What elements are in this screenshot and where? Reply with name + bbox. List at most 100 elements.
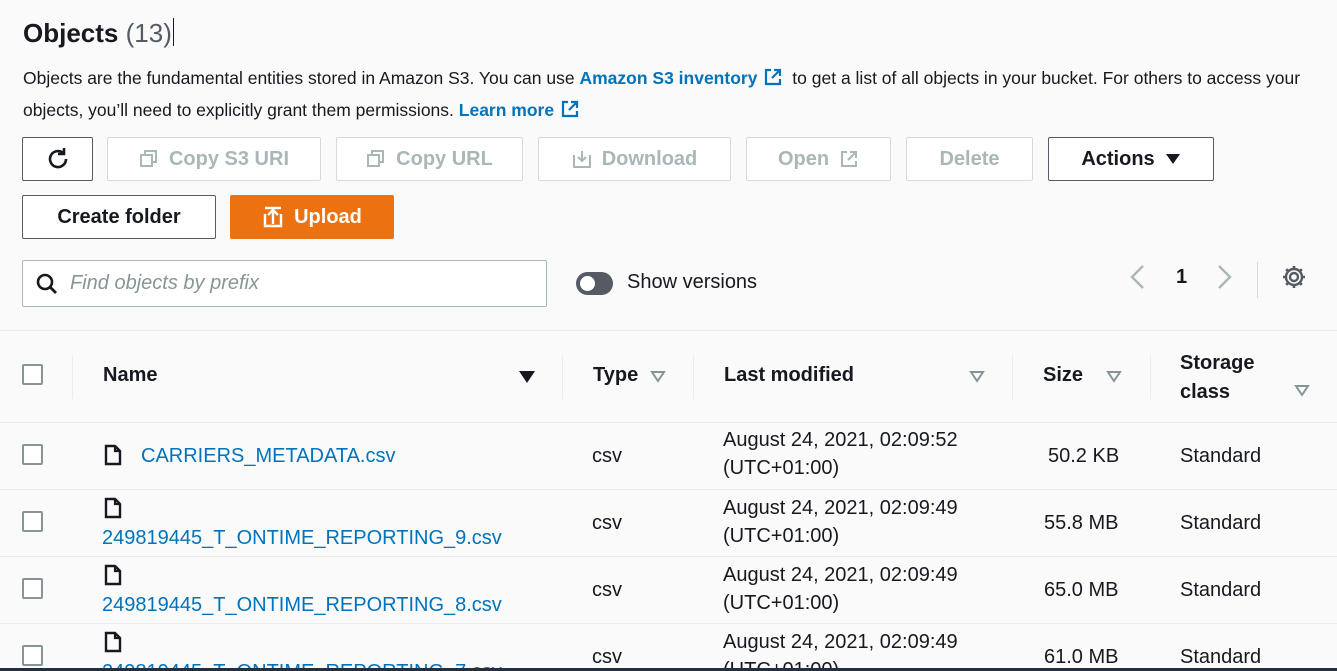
external-link-icon [841,151,858,167]
page-number[interactable]: 1 [1176,266,1187,289]
sort-icon[interactable] [969,370,985,383]
column-divider [1012,355,1013,399]
row-divider [0,556,1337,557]
table-settings-button[interactable] [1281,264,1307,295]
chevron-left-icon [1130,265,1144,289]
open-label: Open [777,147,830,170]
modified-date: August 24, 2021, 02:09:49 [723,497,958,519]
previous-page-button[interactable] [1128,264,1148,295]
object-size: 65.0 MB [1044,579,1119,601]
object-type: csv [592,646,622,668]
page-description: Objects are the fundamental entities sto… [23,64,1323,128]
file-icon [104,497,122,519]
object-last-modified: August 24, 2021, 02:09:49 (UTC+01:00) [723,628,958,671]
actions-dropdown[interactable]: Actions [1048,137,1214,181]
modified-timezone: (UTC+01:00) [723,525,840,547]
object-count: (13) [125,18,172,48]
create-folder-button[interactable]: Create folder [22,195,216,239]
column-divider [1150,355,1151,399]
row-checkbox[interactable] [22,578,43,599]
sort-icon[interactable] [1106,370,1122,383]
show-versions-toggle[interactable] [576,272,613,295]
learn-more-link[interactable]: Learn more [459,100,554,120]
object-storage-class: Standard [1180,646,1262,668]
toggle-knob [580,276,595,291]
modified-date: August 24, 2021, 02:09:49 [723,631,958,653]
pagination-divider [1257,262,1258,298]
sort-icon[interactable] [1294,384,1310,397]
row-checkbox[interactable] [22,511,43,532]
show-versions-label: Show versions [627,271,758,293]
modified-date: August 24, 2021, 02:09:52 [723,429,958,451]
next-page-button[interactable] [1214,264,1234,295]
table-header-border [0,422,1337,423]
download-label: Download [601,147,698,170]
column-divider [562,355,563,399]
column-divider [72,355,73,399]
modified-timezone: (UTC+01:00) [723,457,840,479]
title-text: Objects [23,18,119,48]
column-header-type[interactable]: Type [593,364,638,387]
copy-icon [139,150,157,167]
text-cursor [172,18,174,46]
refresh-button[interactable] [22,137,93,181]
column-divider [693,355,694,399]
object-storage-class: Standard [1180,445,1262,467]
copy-url-label: Copy URL [396,147,493,170]
delete-label: Delete [939,147,1000,170]
refresh-icon [48,148,67,169]
sort-descending-icon[interactable] [518,370,536,384]
search-input[interactable] [70,272,510,295]
caret-down-icon [1165,154,1180,164]
object-name-link[interactable]: 249819445_T_ONTIME_REPORTING_9.csv [102,524,502,552]
upload-button[interactable]: Upload [230,195,394,239]
copy-s3-uri-button[interactable]: Copy S3 URI [107,137,321,181]
row-checkbox[interactable] [22,645,43,666]
external-link-icon [763,67,783,96]
storage-class-header-line-2: class [1180,381,1231,403]
select-all-checkbox[interactable] [22,364,43,385]
object-size: 61.0 MB [1044,646,1119,668]
object-storage-class: Standard [1180,512,1262,534]
s3-inventory-link-label: Amazon S3 inventory [579,68,758,88]
download-icon [572,151,591,168]
s3-inventory-link[interactable]: Amazon S3 inventory [579,68,757,88]
sort-icon[interactable] [650,370,666,383]
object-type: csv [592,579,622,601]
table-top-border [0,330,1337,331]
external-link-icon [560,99,580,128]
gear-icon [1283,266,1305,288]
file-icon [104,631,122,653]
copy-s3-uri-label: Copy S3 URI [168,147,290,170]
description-text-1: Objects are the fundamental entities sto… [23,68,580,88]
download-button[interactable]: Download [538,137,731,181]
row-divider [0,489,1337,490]
object-name-link[interactable]: 249819445_T_ONTIME_REPORTING_8.csv [102,591,502,619]
modified-timezone: (UTC+01:00) [723,592,840,614]
learn-more-link-label: Learn more [458,100,555,120]
column-header-size[interactable]: Size [1043,364,1083,387]
object-name-link[interactable]: CARRIERS_METADATA.csv [141,442,395,470]
column-header-storage-class[interactable]: Storage class [1180,349,1254,407]
row-checkbox[interactable] [22,444,43,465]
object-type: csv [592,512,622,534]
search-icon [36,273,57,294]
object-size: 55.8 MB [1044,512,1119,534]
modified-date: August 24, 2021, 02:09:49 [723,564,958,586]
chevron-right-icon [1218,265,1232,289]
open-button[interactable]: Open [746,137,891,181]
create-folder-label: Create folder [57,205,181,228]
upload-icon [263,206,283,228]
object-type: csv [592,445,622,467]
row-divider [0,623,1337,624]
copy-icon [367,150,385,167]
copy-url-button[interactable]: Copy URL [336,137,523,181]
column-header-name[interactable]: Name [103,364,157,387]
storage-class-header-line-1: Storage [1180,352,1255,374]
delete-button[interactable]: Delete [906,137,1033,181]
object-last-modified: August 24, 2021, 02:09:52 (UTC+01:00) [723,426,958,482]
page-title: Objects (13) [23,18,174,49]
actions-label: Actions [1081,147,1155,170]
object-size: 50.2 KB [1048,445,1120,467]
column-header-last-modified[interactable]: Last modified [724,364,854,387]
